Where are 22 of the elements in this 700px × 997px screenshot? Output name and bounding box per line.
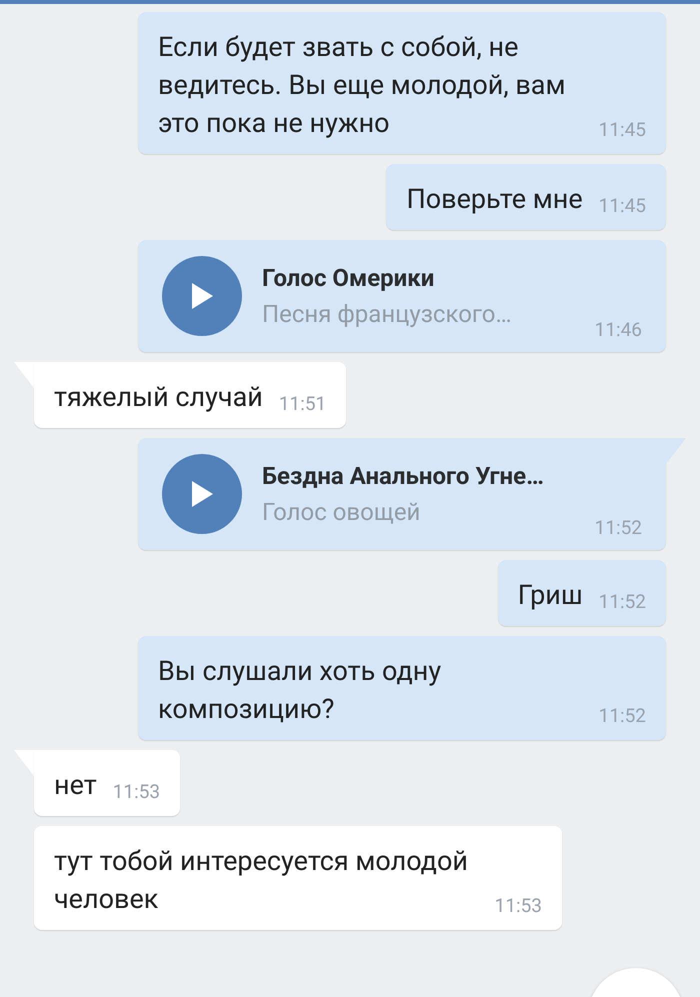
message-time: 11:52 [598,702,646,728]
track-title: Бездна Анального Угне… [262,461,545,492]
message-text: нет [54,768,97,803]
message-time: 11:46 [594,316,642,342]
message-time: 11:45 [598,192,646,218]
message-time: 11:45 [598,116,646,142]
message-time: 11:52 [598,588,646,614]
message-text: тяжелый случай [54,380,263,415]
track-artist: Песня французского… [262,299,512,330]
track-title: Голос Омерики [262,263,436,294]
message-text: Если будет звать с собой, не ведитесь. Вы еще молодой, вам это пока не нужно [158,30,567,141]
play-icon [190,480,214,508]
message-time: 11:51 [278,390,326,416]
play-icon [190,282,214,310]
message-text: Вы слушали хоть одну композицию? [158,654,442,727]
message-text: Гриш [518,578,583,613]
message-time: 11:52 [594,514,642,540]
message-text: тут тобой интересуется молодой человек [54,844,469,917]
message-time: 11:53 [112,778,160,804]
track-artist: Голос овощей [262,497,420,528]
message-time: 11:53 [494,892,542,918]
message-text: Поверьте мне [406,182,583,217]
